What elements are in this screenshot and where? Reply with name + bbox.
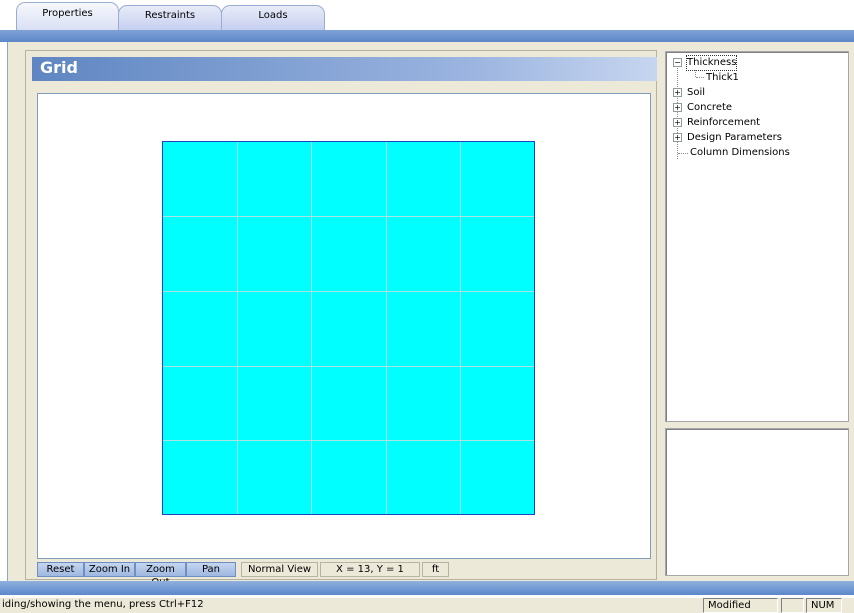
grid-line-horizontal	[163, 216, 534, 217]
tree-connector	[678, 153, 688, 154]
zoom-out-button[interactable]: Zoom Out	[135, 562, 186, 588]
status-message: iding/showing the menu, press Ctrl+F12	[2, 599, 204, 610]
zoom-in-button[interactable]: Zoom In	[84, 562, 135, 577]
tree-item-reinforcement[interactable]: Reinforcement	[687, 116, 760, 130]
tab-properties[interactable]: Properties	[16, 2, 119, 30]
tab-restraints[interactable]: Restraints	[118, 5, 222, 30]
grid-line-vertical	[311, 142, 312, 514]
grid-line-horizontal	[163, 440, 534, 441]
view-mode-field: Normal View	[241, 562, 318, 577]
grid-canvas[interactable]	[37, 93, 651, 559]
slab-plate[interactable]	[162, 141, 535, 515]
tree-item-column-dimensions[interactable]: Column Dimensions	[690, 146, 790, 160]
expand-icon[interactable]: +	[673, 103, 682, 112]
tree-item-soil[interactable]: Soil	[687, 86, 705, 100]
property-detail-pane	[665, 428, 849, 576]
units-field: ft	[422, 562, 449, 577]
property-tree: − Thickness Thick1 + Soil + Concrete + R…	[665, 51, 849, 422]
coordinate-readout: X = 13, Y = 1	[320, 562, 420, 577]
collapse-icon[interactable]: −	[673, 58, 682, 67]
status-modified: Modified	[703, 598, 778, 613]
pan-button[interactable]: Pan	[186, 562, 236, 577]
tab-loads[interactable]: Loads	[221, 5, 325, 30]
expand-icon[interactable]: +	[673, 133, 682, 142]
grid-line-horizontal	[163, 366, 534, 367]
footer-band	[0, 581, 854, 595]
grid-line-vertical	[237, 142, 238, 514]
expand-icon[interactable]: +	[673, 88, 682, 97]
tree-item-thickness[interactable]: Thickness	[685, 55, 738, 71]
reset-button[interactable]: Reset	[37, 562, 84, 577]
tree-item-design-parameters[interactable]: Design Parameters	[687, 131, 782, 145]
status-bar: iding/showing the menu, press Ctrl+F12 M…	[0, 598, 854, 613]
tree-item-thick1[interactable]: Thick1	[706, 71, 739, 85]
tree-connector	[696, 77, 704, 78]
status-blank	[781, 598, 804, 613]
status-num: NUM	[806, 598, 842, 613]
grid-line-horizontal	[163, 291, 534, 292]
tab-bar: Properties Restraints Loads	[0, 0, 854, 30]
tree-item-concrete[interactable]: Concrete	[687, 101, 732, 115]
grid-header: Grid	[32, 57, 657, 81]
grid-title: Grid	[40, 58, 78, 77]
header-band	[0, 30, 854, 42]
grid-line-vertical	[460, 142, 461, 514]
grid-line-vertical	[386, 142, 387, 514]
tree-connector	[677, 66, 678, 159]
expand-icon[interactable]: +	[673, 118, 682, 127]
